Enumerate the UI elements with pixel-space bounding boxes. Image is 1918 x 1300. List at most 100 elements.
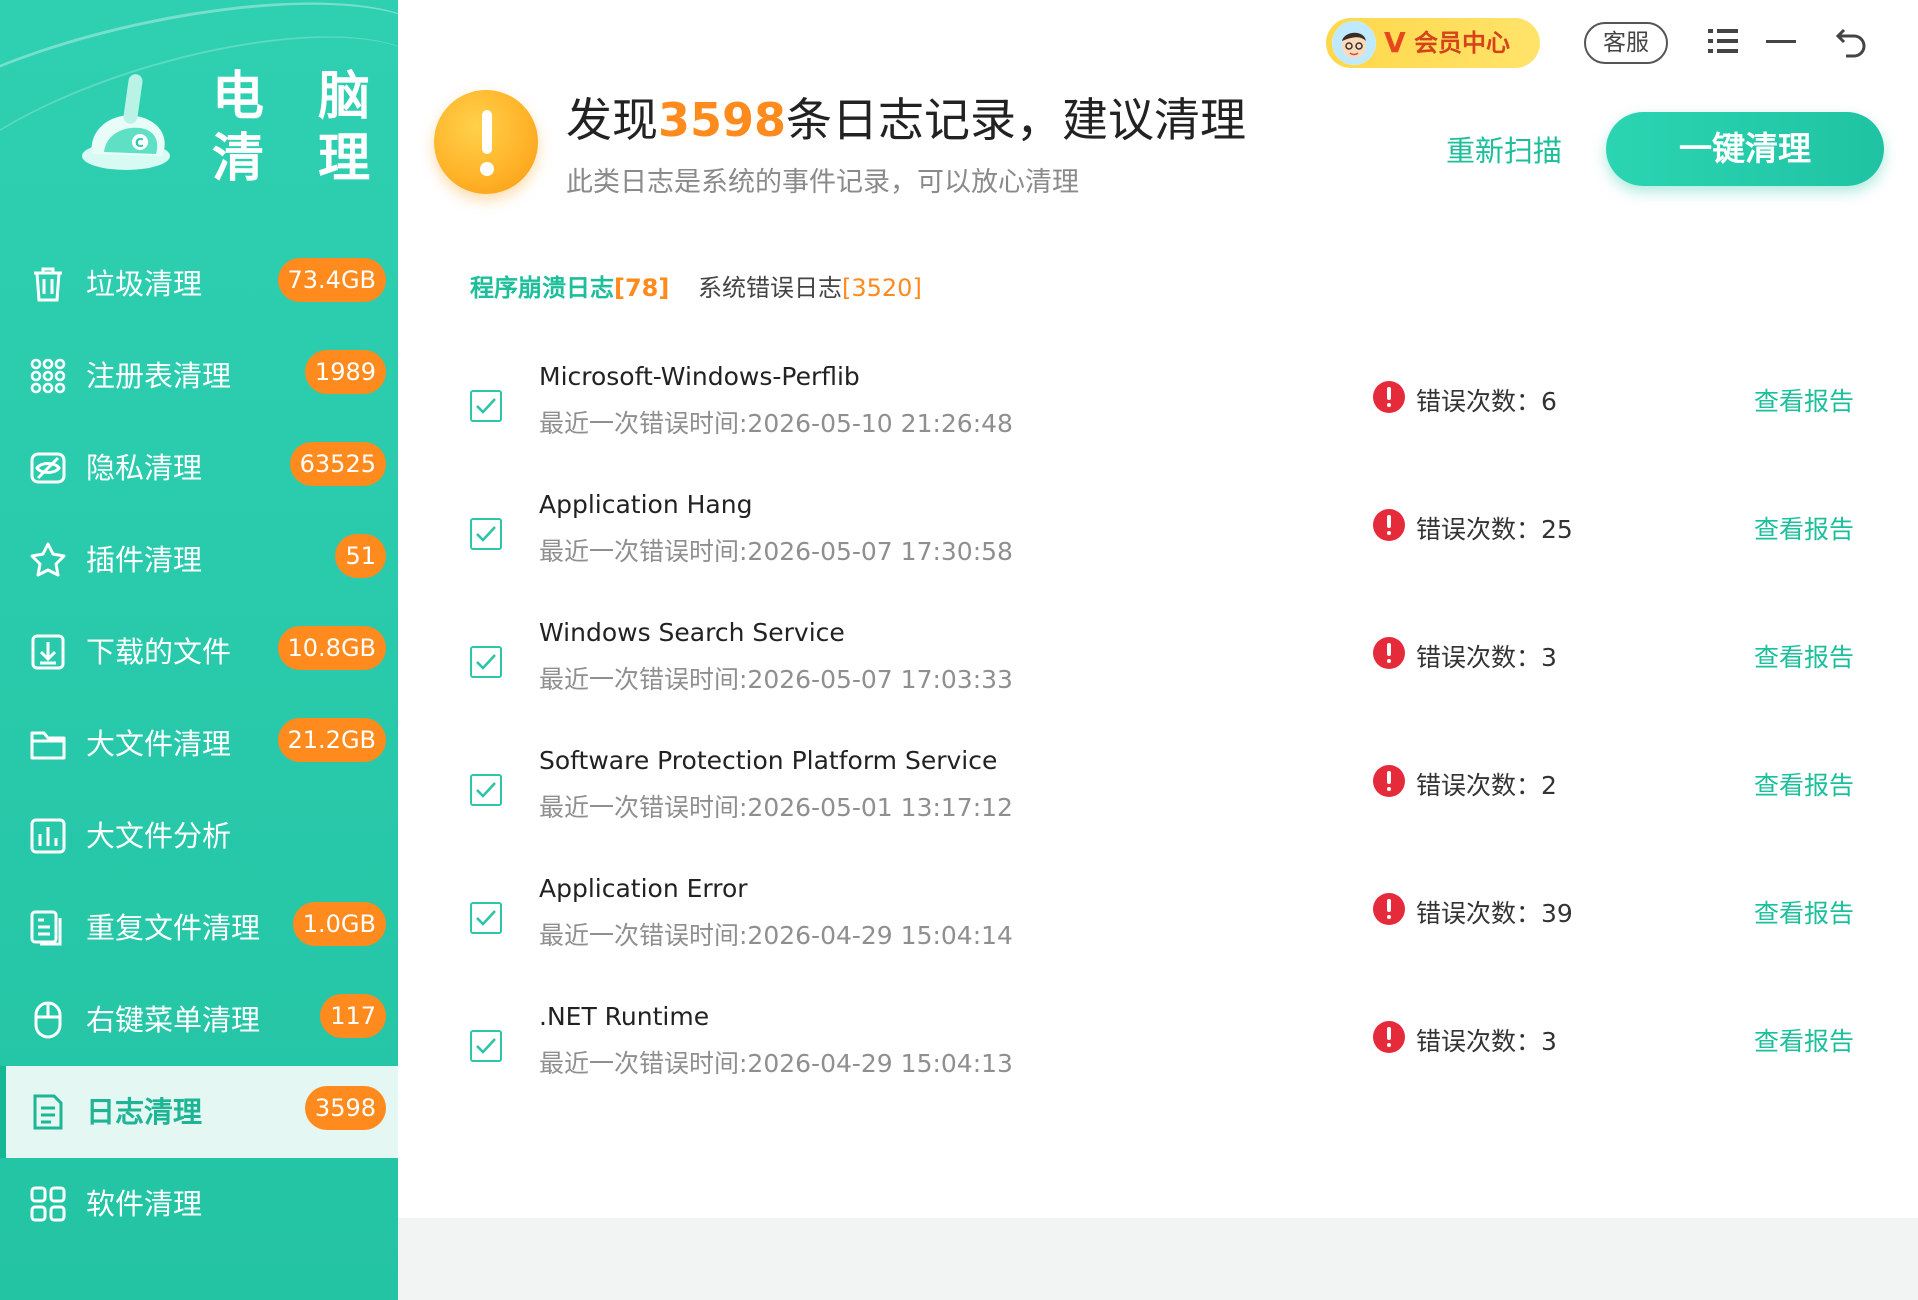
view-report-link[interactable]: 查看报告 [1754,1022,1854,1058]
row-checkbox[interactable] [470,774,502,806]
minimize-icon[interactable] [1762,22,1800,60]
list-item: Microsoft-Windows-Perflib 最近一次错误时间:2026-… [398,348,1918,476]
row-checkbox[interactable] [470,518,502,550]
sidebar-item-label: 下载的文件 [86,635,232,669]
sidebar-item-downloads[interactable]: 下载的文件 10.8GB [0,606,398,698]
row-checkbox[interactable] [470,646,502,678]
tab-system-error-logs[interactable]: 系统错误日志[3520] [698,268,922,303]
tab-count: [78] [614,274,670,302]
trash-icon [34,267,62,302]
checkmark-icon [476,910,496,926]
error-icon [1373,765,1405,797]
log-source-name: .NET Runtime [539,1002,710,1031]
sidebar-item-registry-clean[interactable]: 注册表清理 1989 [0,330,398,422]
last-error-time: 最近一次错误时间:2026-05-10 21:26:48 [539,409,1013,438]
sidebar-item-label: 大文件分析 [86,819,232,853]
sidebar-item-privacy-clean[interactable]: 隐私清理 63525 [0,422,398,514]
list-item: .NET Runtime 最近一次错误时间:2026-04-29 15:04:1… [398,988,1918,1116]
view-report-link[interactable]: 查看报告 [1754,638,1854,674]
log-document-icon [33,1094,63,1130]
header: V 会员中心 客服 发现3598条日志记录，建议清理 此类日志是系统的事件记录，… [398,0,1918,238]
headline-suffix: 条日志记录，建议清理 [786,93,1247,147]
count-badge: 1.0GB [292,902,386,946]
sidebar-item-large-file-clean[interactable]: 大文件清理 21.2GB [0,698,398,790]
log-source-name: Microsoft-Windows-Perflib [539,362,860,391]
sidebar-item-software-clean[interactable]: 软件清理 [0,1158,398,1250]
one-click-clean-button[interactable]: 一键清理 [1606,112,1884,186]
vip-mark: V [1384,26,1406,59]
view-report-link[interactable]: 查看报告 [1754,382,1854,418]
error-count: 错误次数：39 [1416,899,1573,928]
error-icon [1373,1021,1405,1053]
tab-label: 系统错误日志 [698,274,842,302]
broom-logo-icon: C [82,74,170,170]
view-report-link[interactable]: 查看报告 [1754,510,1854,546]
checkmark-icon [476,526,496,542]
download-icon [31,634,65,670]
view-report-link[interactable]: 查看报告 [1754,766,1854,802]
sidebar-item-label: 注册表清理 [86,359,232,393]
rescan-button[interactable]: 重新扫描 [1446,128,1562,170]
sidebar-item-label: 日志清理 [86,1095,203,1129]
footer-area [398,1218,1918,1300]
error-icon [1373,509,1405,541]
sidebar-nav: 垃圾清理 73.4GB 注册表清理 1989 隐私清理 63525 插件清理 5… [0,238,398,1250]
error-icon [1373,637,1405,669]
puzzle-icon [30,542,66,577]
page-subtitle: 此类日志是系统的事件记录，可以放心清理 [566,167,1079,198]
mouse-icon [34,1001,62,1039]
sidebar-item-label: 插件清理 [86,543,203,577]
customer-service-button[interactable]: 客服 [1584,22,1668,64]
headline-prefix: 发现 [566,93,658,147]
view-report-link[interactable]: 查看报告 [1754,894,1854,930]
user-avatar-icon [1332,21,1376,65]
sidebar-item-duplicate-file-clean[interactable]: 重复文件清理 1.0GB [0,882,398,974]
last-error-time: 最近一次错误时间:2026-04-29 15:04:14 [539,921,1013,950]
logo-text-line1: 电 脑 [212,67,389,127]
sidebar-item-label: 垃圾清理 [86,267,203,301]
count-badge: 51 [335,534,386,578]
list-item: Windows Search Service 最近一次错误时间:2026-05-… [398,604,1918,732]
row-checkbox[interactable] [470,1030,502,1062]
tab-count: [3520] [842,274,922,302]
sidebar: C 电 脑 清 理 垃圾清理 73.4GB 注册表清理 1989 隐私清理 63… [0,0,398,1300]
error-count: 错误次数：25 [1416,515,1573,544]
checkmark-icon [476,782,496,798]
sidebar-item-context-menu-clean[interactable]: 右键菜单清理 117 [0,974,398,1066]
back-icon[interactable] [1832,22,1870,60]
headline-count: 3598 [658,93,787,147]
last-error-time: 最近一次错误时间:2026-05-07 17:03:33 [539,665,1013,694]
count-badge: 21.2GB [277,718,386,762]
count-badge: 73.4GB [277,258,386,302]
app-logo-text: 电 脑 清 理 [212,66,388,190]
row-checkbox[interactable] [470,390,502,422]
last-error-time: 最近一次错误时间:2026-04-29 15:04:13 [539,1049,1013,1078]
sidebar-item-large-file-analysis[interactable]: 大文件分析 [0,790,398,882]
error-icon [1373,893,1405,925]
error-count: 错误次数：3 [1416,643,1557,672]
list-item: Application Error 最近一次错误时间:2026-04-29 15… [398,860,1918,988]
checkmark-icon [476,1038,496,1054]
sidebar-item-plugin-clean[interactable]: 插件清理 51 [0,514,398,606]
menu-icon[interactable] [1704,22,1742,60]
bar-chart-icon [30,818,66,854]
error-icon [1373,381,1405,413]
sidebar-item-log-clean[interactable]: 日志清理 3598 [0,1066,398,1158]
avatar [1332,21,1376,65]
duplicate-file-icon [30,910,62,946]
sidebar-item-trash-clean[interactable]: 垃圾清理 73.4GB [0,238,398,330]
apps-grid-icon [30,1186,66,1222]
list-item: Software Protection Platform Service 最近一… [398,732,1918,860]
page-title: 发现3598条日志记录，建议清理 [566,92,1246,148]
vip-center-button[interactable]: V 会员中心 [1326,18,1540,68]
tab-crash-logs[interactable]: 程序崩溃日志[78] [470,268,669,303]
row-checkbox[interactable] [470,902,502,934]
count-badge: 3598 [304,1086,386,1130]
svg-text:C: C [135,136,144,150]
log-list-panel: 程序崩溃日志[78] 系统错误日志[3520] Microsoft-Window… [398,238,1918,1218]
warning-icon [434,90,538,194]
count-badge: 10.8GB [277,626,386,670]
log-source-name: Software Protection Platform Service [539,746,998,775]
checkmark-icon [476,398,496,414]
privacy-eye-icon [30,452,66,484]
